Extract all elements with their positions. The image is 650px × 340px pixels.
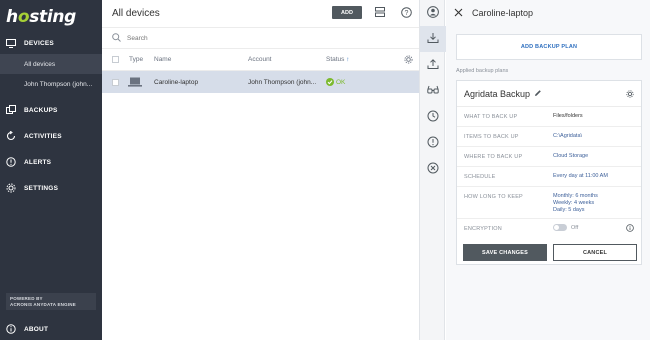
sort-arrow-icon: ↑: [346, 56, 350, 63]
strip-alerts-button[interactable]: [420, 130, 446, 156]
strip-backup-button[interactable]: [420, 26, 446, 52]
backup-plan-card: Agridata Backup WHAT TO BACK UP Files/fo…: [456, 80, 642, 265]
gear-icon: [6, 183, 16, 193]
search-input[interactable]: [127, 34, 327, 42]
plan-name: Agridata Backup: [464, 88, 531, 99]
panel-title: Caroline-laptop: [472, 8, 534, 18]
user-icon: [427, 6, 439, 20]
plan-row-schedule: SCHEDULE Every day at 11:00 AM: [457, 167, 641, 187]
close-circle-icon: [427, 162, 439, 176]
clock-icon: [427, 110, 439, 124]
table-header: Type Name Account Status ↑: [102, 49, 419, 71]
status-badge: OK: [326, 78, 345, 86]
nav-devices[interactable]: DEVICES: [0, 32, 102, 54]
info-icon: [6, 324, 16, 334]
plan-row-retention: HOW LONG TO KEEP Monthly: 6 months Weekl…: [457, 187, 641, 219]
backup-download-icon: [427, 32, 439, 46]
plan-row-items: ITEMS TO BACK UP C:\Agridata\: [457, 127, 641, 147]
encryption-info-icon[interactable]: [626, 224, 634, 234]
encryption-toggle[interactable]: [553, 224, 567, 231]
powered-by-badge: POWERED BY ACRONIS ANYDATA ENGINE: [6, 293, 96, 310]
encryption-toggle-label: Off: [571, 225, 579, 231]
action-strip: [419, 0, 446, 340]
retention-value[interactable]: Monthly: 6 months Weekly: 4 weeks Daily:…: [553, 193, 598, 214]
plan-settings-gear-icon[interactable]: [626, 90, 634, 100]
plan-header: Agridata Backup: [457, 81, 641, 107]
add-button[interactable]: ADD: [332, 6, 362, 19]
brand-logo[interactable]: hosting: [0, 0, 102, 30]
strip-recover-button[interactable]: [420, 52, 446, 78]
applied-plans-label: Applied backup plans: [456, 68, 509, 74]
add-backup-plan-button[interactable]: ADD BACKUP PLAN: [456, 34, 642, 60]
nav-sub-user[interactable]: John Thompson (john...: [0, 74, 102, 94]
table-row[interactable]: Caroline-laptop John Thompson (john... O…: [102, 71, 419, 93]
search-icon: [112, 32, 121, 44]
backups-icon: [6, 105, 16, 115]
recover-upload-icon: [427, 58, 439, 72]
nav-backups[interactable]: BACKUPS: [0, 99, 102, 121]
column-settings-icon[interactable]: [404, 55, 413, 66]
device-name[interactable]: Caroline-laptop: [154, 79, 198, 86]
cancel-button[interactable]: CANCEL: [553, 244, 637, 261]
strip-activity-button[interactable]: [420, 104, 446, 130]
storage-icon[interactable]: [374, 6, 386, 18]
nav-activities[interactable]: ACTIVITIES: [0, 125, 102, 147]
plan-row-encryption: ENCRYPTION Off: [457, 219, 641, 239]
plan-row-where: WHERE TO BACK UP Cloud Storage: [457, 147, 641, 167]
svg-text:?: ?: [404, 10, 408, 17]
edit-pencil-icon[interactable]: [534, 89, 542, 99]
device-details-panel: Caroline-laptop ADD BACKUP PLAN Applied …: [446, 0, 650, 340]
nav-sub-all-devices[interactable]: All devices: [0, 54, 102, 74]
alert-icon: [427, 136, 439, 150]
strip-delete-button[interactable]: [420, 156, 446, 182]
devices-main: All devices ADD ? Type Name Account Stat…: [102, 0, 419, 340]
plan-row-what: WHAT TO BACK UP Files/folders: [457, 107, 641, 127]
nav-about[interactable]: ABOUT: [0, 318, 48, 340]
device-account: John Thompson (john...: [248, 78, 317, 86]
main-header: All devices ADD ?: [102, 0, 419, 26]
laptop-icon: [128, 77, 142, 89]
strip-profile-button[interactable]: [420, 0, 446, 26]
activities-icon: [6, 131, 16, 141]
column-account[interactable]: Account: [248, 56, 272, 63]
column-name[interactable]: Name: [154, 56, 171, 63]
monitor-icon: [6, 38, 16, 48]
column-status[interactable]: Status ↑: [326, 56, 350, 63]
close-icon[interactable]: [454, 8, 463, 19]
nav-settings[interactable]: SETTINGS: [0, 177, 102, 199]
check-icon: [326, 78, 334, 86]
alert-icon: [6, 157, 16, 167]
help-icon[interactable]: ?: [400, 6, 412, 18]
page-title: All devices: [112, 7, 160, 19]
search-bar: [102, 27, 419, 49]
sidebar: hosting DEVICES All devices John Thompso…: [0, 0, 102, 340]
nav-alerts[interactable]: ALERTS: [0, 151, 102, 173]
strip-search-button[interactable]: [420, 78, 446, 104]
save-changes-button[interactable]: SAVE CHANGES: [463, 244, 547, 261]
row-checkbox[interactable]: [112, 78, 119, 86]
select-all-checkbox[interactable]: [112, 56, 119, 63]
column-type[interactable]: Type: [129, 56, 143, 63]
panel-header: Caroline-laptop: [446, 0, 650, 26]
glasses-icon: [427, 85, 439, 97]
